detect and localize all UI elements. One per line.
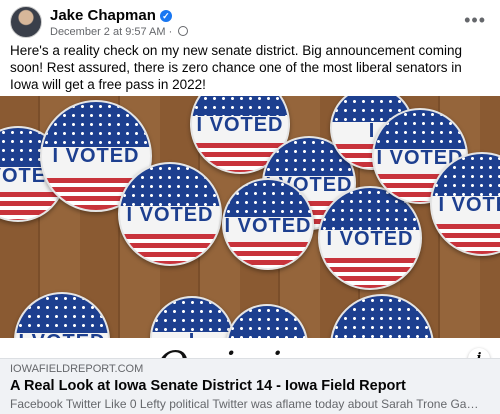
- sticker-stars: [192, 96, 288, 117]
- sticker-stars: [374, 110, 466, 149]
- sticker-label: I VOTED: [196, 114, 284, 137]
- link-preview-meta[interactable]: IOWAFIELDREPORT.COM A Real Look at Iowa …: [0, 358, 500, 414]
- voted-sticker: I VOTED: [222, 178, 314, 270]
- post-text: Here's a reality check on my new senate …: [10, 43, 463, 92]
- opinion-banner-text: Opinion: [0, 344, 500, 358]
- sticker-stripes: [320, 258, 420, 288]
- sticker-stars: [120, 164, 220, 206]
- sticker-stars: [228, 306, 306, 339]
- author-name[interactable]: Jake Chapman ✓: [50, 7, 172, 24]
- verified-badge-icon: ✓: [159, 10, 172, 22]
- sticker-stripes: [120, 234, 220, 264]
- sticker-stars: [332, 296, 432, 338]
- sticker-stars: [152, 298, 232, 332]
- sticker-stars: [432, 154, 500, 196]
- meta-separator: ·: [168, 26, 173, 38]
- link-domain: IOWAFIELDREPORT.COM: [10, 363, 144, 375]
- more-options-icon[interactable]: •••: [464, 10, 486, 31]
- sticker-label: I VOTED: [438, 194, 500, 216]
- sticker-label: I VOTED: [224, 215, 312, 238]
- sticker-label: I VOTED: [126, 204, 214, 226]
- post-meta: December 2 at 9:57 AM ·: [50, 26, 189, 38]
- sticker-stars: [42, 102, 150, 148]
- avatar[interactable]: [10, 6, 42, 38]
- sticker-stars: [224, 180, 312, 217]
- sticker-stripes: [224, 241, 312, 268]
- sticker-label: I VOTED: [326, 228, 414, 250]
- voted-sticker: I VOTED: [430, 152, 500, 256]
- sticker-stars: [16, 294, 108, 333]
- link-title[interactable]: A Real Look at Iowa Senate District 14 -…: [10, 378, 406, 394]
- link-preview-image[interactable]: I VOTED I VOTED I VOTED I VOTED I VOTED …: [0, 96, 500, 358]
- opinion-banner: Opinion: [0, 338, 500, 358]
- post-header: Jake Chapman ✓ December 2 at 9:57 AM · ••…: [10, 6, 490, 40]
- sticker-stripes: [432, 224, 500, 254]
- voted-sticker: I VOTED: [118, 162, 222, 266]
- globe-icon: [178, 26, 189, 36]
- post-timestamp[interactable]: December 2 at 9:57 AM: [50, 26, 166, 38]
- link-description: Facebook Twitter Like 0 Lefty political …: [10, 397, 480, 411]
- author-name-text[interactable]: Jake Chapman: [50, 7, 156, 24]
